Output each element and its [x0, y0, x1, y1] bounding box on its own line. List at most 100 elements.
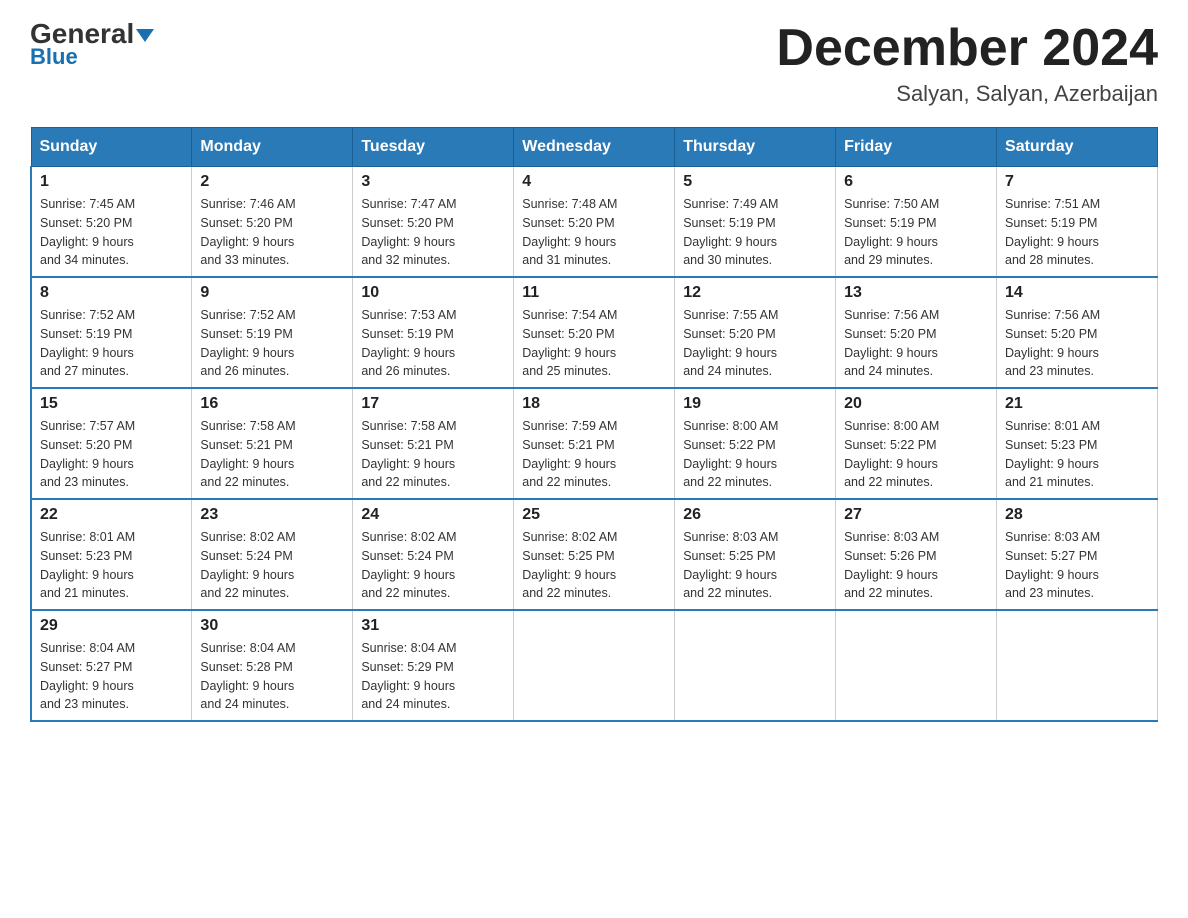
day-number: 4	[522, 173, 666, 191]
day-number: 8	[40, 284, 183, 302]
calendar-week-row: 8 Sunrise: 7:52 AM Sunset: 5:19 PM Dayli…	[31, 277, 1158, 388]
day-info: Sunrise: 7:50 AM Sunset: 5:19 PM Dayligh…	[844, 195, 988, 270]
col-saturday: Saturday	[997, 128, 1158, 167]
table-row: 25 Sunrise: 8:02 AM Sunset: 5:25 PM Dayl…	[514, 499, 675, 610]
col-sunday: Sunday	[31, 128, 192, 167]
calendar-week-row: 1 Sunrise: 7:45 AM Sunset: 5:20 PM Dayli…	[31, 167, 1158, 278]
day-number: 15	[40, 395, 183, 413]
table-row	[514, 610, 675, 721]
title-block: December 2024 Salyan, Salyan, Azerbaijan	[776, 20, 1158, 107]
table-row	[675, 610, 836, 721]
day-number: 28	[1005, 506, 1149, 524]
day-number: 19	[683, 395, 827, 413]
table-row: 19 Sunrise: 8:00 AM Sunset: 5:22 PM Dayl…	[675, 388, 836, 499]
day-number: 16	[200, 395, 344, 413]
table-row: 21 Sunrise: 8:01 AM Sunset: 5:23 PM Dayl…	[997, 388, 1158, 499]
day-info: Sunrise: 8:04 AM Sunset: 5:29 PM Dayligh…	[361, 639, 505, 714]
location-title: Salyan, Salyan, Azerbaijan	[776, 81, 1158, 107]
day-info: Sunrise: 8:01 AM Sunset: 5:23 PM Dayligh…	[1005, 417, 1149, 492]
day-info: Sunrise: 7:52 AM Sunset: 5:19 PM Dayligh…	[200, 306, 344, 381]
table-row: 28 Sunrise: 8:03 AM Sunset: 5:27 PM Dayl…	[997, 499, 1158, 610]
table-row: 5 Sunrise: 7:49 AM Sunset: 5:19 PM Dayli…	[675, 167, 836, 278]
table-row: 27 Sunrise: 8:03 AM Sunset: 5:26 PM Dayl…	[836, 499, 997, 610]
calendar-table: Sunday Monday Tuesday Wednesday Thursday…	[30, 127, 1158, 722]
table-row: 29 Sunrise: 8:04 AM Sunset: 5:27 PM Dayl…	[31, 610, 192, 721]
day-number: 30	[200, 617, 344, 635]
day-number: 24	[361, 506, 505, 524]
col-wednesday: Wednesday	[514, 128, 675, 167]
table-row	[997, 610, 1158, 721]
table-row: 4 Sunrise: 7:48 AM Sunset: 5:20 PM Dayli…	[514, 167, 675, 278]
day-number: 22	[40, 506, 183, 524]
day-number: 17	[361, 395, 505, 413]
day-number: 9	[200, 284, 344, 302]
day-number: 11	[522, 284, 666, 302]
day-number: 18	[522, 395, 666, 413]
col-tuesday: Tuesday	[353, 128, 514, 167]
table-row: 31 Sunrise: 8:04 AM Sunset: 5:29 PM Dayl…	[353, 610, 514, 721]
day-info: Sunrise: 8:03 AM Sunset: 5:25 PM Dayligh…	[683, 528, 827, 603]
day-info: Sunrise: 7:57 AM Sunset: 5:20 PM Dayligh…	[40, 417, 183, 492]
table-row: 17 Sunrise: 7:58 AM Sunset: 5:21 PM Dayl…	[353, 388, 514, 499]
day-info: Sunrise: 8:04 AM Sunset: 5:28 PM Dayligh…	[200, 639, 344, 714]
table-row: 7 Sunrise: 7:51 AM Sunset: 5:19 PM Dayli…	[997, 167, 1158, 278]
day-info: Sunrise: 7:48 AM Sunset: 5:20 PM Dayligh…	[522, 195, 666, 270]
day-info: Sunrise: 7:56 AM Sunset: 5:20 PM Dayligh…	[844, 306, 988, 381]
table-row: 16 Sunrise: 7:58 AM Sunset: 5:21 PM Dayl…	[192, 388, 353, 499]
day-number: 6	[844, 173, 988, 191]
day-number: 29	[40, 617, 183, 635]
day-info: Sunrise: 7:45 AM Sunset: 5:20 PM Dayligh…	[40, 195, 183, 270]
day-info: Sunrise: 7:54 AM Sunset: 5:20 PM Dayligh…	[522, 306, 666, 381]
table-row: 9 Sunrise: 7:52 AM Sunset: 5:19 PM Dayli…	[192, 277, 353, 388]
table-row: 13 Sunrise: 7:56 AM Sunset: 5:20 PM Dayl…	[836, 277, 997, 388]
table-row: 1 Sunrise: 7:45 AM Sunset: 5:20 PM Dayli…	[31, 167, 192, 278]
day-info: Sunrise: 7:46 AM Sunset: 5:20 PM Dayligh…	[200, 195, 344, 270]
day-number: 20	[844, 395, 988, 413]
month-title: December 2024	[776, 20, 1158, 77]
day-number: 27	[844, 506, 988, 524]
day-info: Sunrise: 8:03 AM Sunset: 5:27 PM Dayligh…	[1005, 528, 1149, 603]
day-info: Sunrise: 7:58 AM Sunset: 5:21 PM Dayligh…	[361, 417, 505, 492]
day-info: Sunrise: 7:55 AM Sunset: 5:20 PM Dayligh…	[683, 306, 827, 381]
day-info: Sunrise: 7:58 AM Sunset: 5:21 PM Dayligh…	[200, 417, 344, 492]
day-info: Sunrise: 8:00 AM Sunset: 5:22 PM Dayligh…	[683, 417, 827, 492]
day-number: 26	[683, 506, 827, 524]
logo: General Blue	[30, 20, 154, 70]
table-row: 30 Sunrise: 8:04 AM Sunset: 5:28 PM Dayl…	[192, 610, 353, 721]
calendar-week-row: 29 Sunrise: 8:04 AM Sunset: 5:27 PM Dayl…	[31, 610, 1158, 721]
table-row: 26 Sunrise: 8:03 AM Sunset: 5:25 PM Dayl…	[675, 499, 836, 610]
table-row: 6 Sunrise: 7:50 AM Sunset: 5:19 PM Dayli…	[836, 167, 997, 278]
table-row: 20 Sunrise: 8:00 AM Sunset: 5:22 PM Dayl…	[836, 388, 997, 499]
page-header: General Blue December 2024 Salyan, Salya…	[30, 20, 1158, 107]
day-number: 31	[361, 617, 505, 635]
day-info: Sunrise: 8:00 AM Sunset: 5:22 PM Dayligh…	[844, 417, 988, 492]
day-number: 5	[683, 173, 827, 191]
table-row: 23 Sunrise: 8:02 AM Sunset: 5:24 PM Dayl…	[192, 499, 353, 610]
day-info: Sunrise: 7:49 AM Sunset: 5:19 PM Dayligh…	[683, 195, 827, 270]
day-info: Sunrise: 7:53 AM Sunset: 5:19 PM Dayligh…	[361, 306, 505, 381]
table-row: 14 Sunrise: 7:56 AM Sunset: 5:20 PM Dayl…	[997, 277, 1158, 388]
day-info: Sunrise: 8:02 AM Sunset: 5:25 PM Dayligh…	[522, 528, 666, 603]
day-info: Sunrise: 8:04 AM Sunset: 5:27 PM Dayligh…	[40, 639, 183, 714]
day-info: Sunrise: 8:01 AM Sunset: 5:23 PM Dayligh…	[40, 528, 183, 603]
day-number: 12	[683, 284, 827, 302]
table-row: 3 Sunrise: 7:47 AM Sunset: 5:20 PM Dayli…	[353, 167, 514, 278]
col-thursday: Thursday	[675, 128, 836, 167]
calendar-week-row: 22 Sunrise: 8:01 AM Sunset: 5:23 PM Dayl…	[31, 499, 1158, 610]
day-number: 2	[200, 173, 344, 191]
col-friday: Friday	[836, 128, 997, 167]
calendar-week-row: 15 Sunrise: 7:57 AM Sunset: 5:20 PM Dayl…	[31, 388, 1158, 499]
day-info: Sunrise: 7:56 AM Sunset: 5:20 PM Dayligh…	[1005, 306, 1149, 381]
table-row: 18 Sunrise: 7:59 AM Sunset: 5:21 PM Dayl…	[514, 388, 675, 499]
day-info: Sunrise: 7:59 AM Sunset: 5:21 PM Dayligh…	[522, 417, 666, 492]
table-row: 24 Sunrise: 8:02 AM Sunset: 5:24 PM Dayl…	[353, 499, 514, 610]
table-row: 11 Sunrise: 7:54 AM Sunset: 5:20 PM Dayl…	[514, 277, 675, 388]
day-info: Sunrise: 7:51 AM Sunset: 5:19 PM Dayligh…	[1005, 195, 1149, 270]
day-info: Sunrise: 7:52 AM Sunset: 5:19 PM Dayligh…	[40, 306, 183, 381]
table-row: 10 Sunrise: 7:53 AM Sunset: 5:19 PM Dayl…	[353, 277, 514, 388]
day-info: Sunrise: 8:02 AM Sunset: 5:24 PM Dayligh…	[361, 528, 505, 603]
day-number: 25	[522, 506, 666, 524]
table-row	[836, 610, 997, 721]
day-number: 10	[361, 284, 505, 302]
day-number: 3	[361, 173, 505, 191]
